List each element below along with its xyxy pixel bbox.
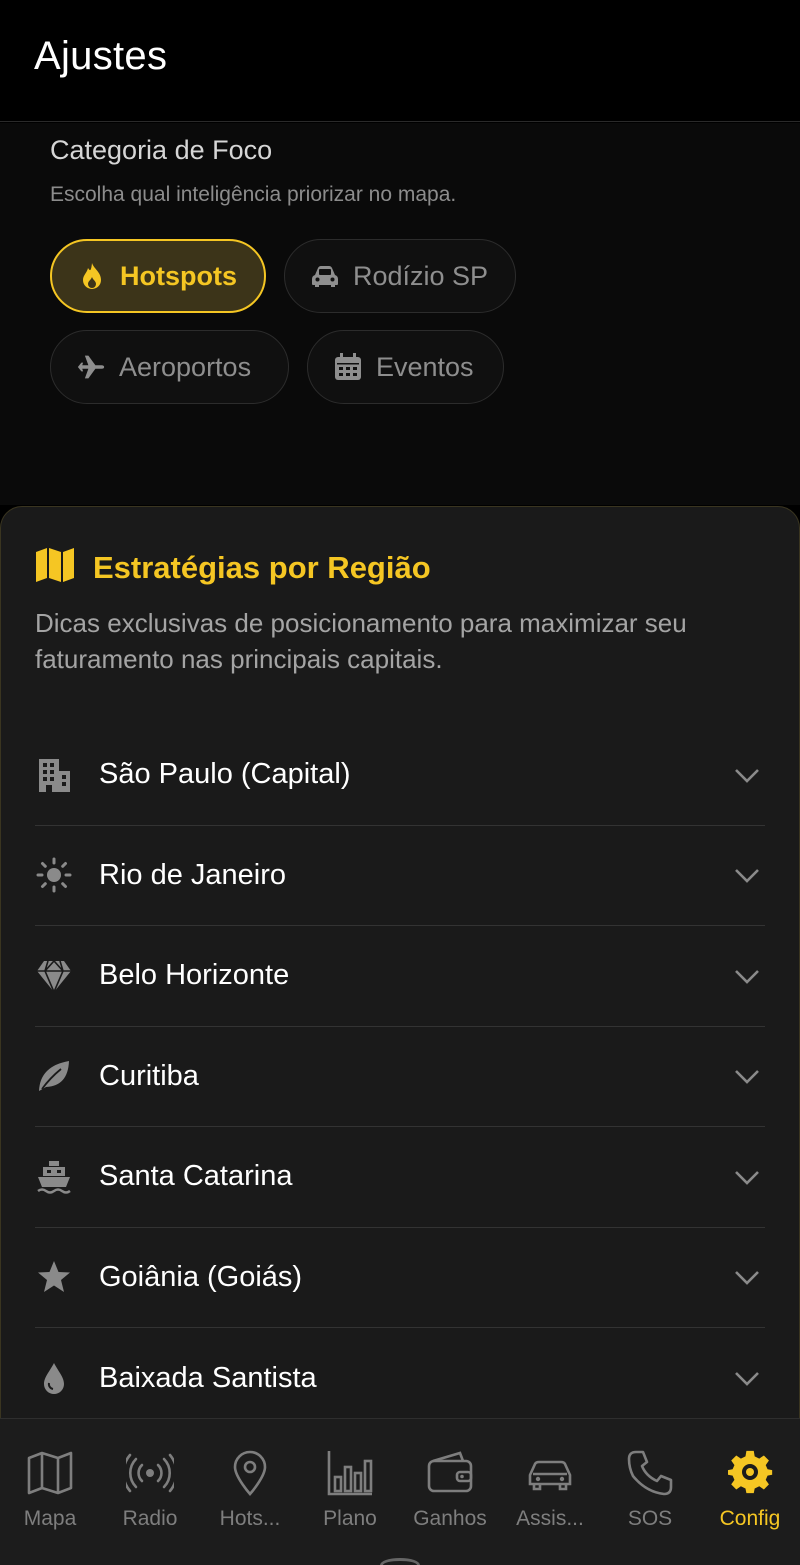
region-item-sao-paulo[interactable]: São Paulo (Capital)	[35, 725, 765, 826]
nav-label: SOS	[627, 1507, 673, 1530]
strategies-description: Dicas exclusivas de posicionamento para …	[35, 608, 687, 674]
nav-item-assistente[interactable]: Assis...	[500, 1419, 600, 1565]
nav-label: Plano	[323, 1507, 377, 1530]
fire-icon	[78, 262, 106, 290]
pin-icon	[233, 1450, 267, 1496]
focus-category-section: Categoria de Foco Escolha qual inteligên…	[0, 123, 800, 505]
region-item-goiania[interactable]: Goiânia (Goiás)	[35, 1228, 765, 1328]
chip-rodizio-sp[interactable]: Rodízio SP	[284, 239, 516, 313]
bar-chart-icon	[327, 1451, 373, 1496]
nav-label: Radio	[122, 1507, 178, 1530]
chevron-down-icon	[735, 1372, 759, 1387]
region-label: Belo Horizonte	[99, 959, 290, 992]
calendar-icon	[334, 353, 362, 381]
nav-label: Config	[719, 1507, 781, 1530]
building-icon	[35, 756, 73, 794]
chevron-down-icon	[735, 869, 759, 884]
nav-item-sos[interactable]: SOS	[600, 1419, 700, 1565]
bottom-navigation: Mapa Radio Hots... Plano Ganhos Assis...…	[0, 1418, 800, 1565]
region-strategies-card: Estratégias por Região Dicas exclusivas …	[0, 506, 800, 1418]
region-item-baixada-santista[interactable]: Baixada Santista	[35, 1328, 765, 1418]
nav-item-plano[interactable]: Plano	[300, 1419, 400, 1565]
chevron-down-icon	[735, 969, 759, 984]
wallet-icon	[427, 1451, 473, 1493]
region-item-rio-de-janeiro[interactable]: Rio de Janeiro	[35, 826, 765, 926]
chip-aeroportos[interactable]: Aeroportos	[50, 330, 289, 404]
gear-icon	[728, 1450, 773, 1494]
chip-label: Rodízio SP	[353, 260, 489, 291]
nav-label: Hots...	[219, 1507, 281, 1530]
chevron-down-icon	[735, 768, 759, 783]
ship-icon	[35, 1158, 73, 1196]
region-label: São Paulo (Capital)	[99, 758, 351, 791]
chip-label: Hotspots	[120, 260, 237, 291]
gem-icon	[35, 957, 73, 995]
region-item-belo-horizonte[interactable]: Belo Horizonte	[35, 926, 765, 1027]
nav-item-config[interactable]: Config	[700, 1419, 800, 1565]
region-label: Curitiba	[99, 1059, 199, 1092]
nav-label: Assis...	[516, 1507, 584, 1530]
region-label: Baixada Santista	[99, 1361, 317, 1394]
phone-icon	[627, 1450, 673, 1496]
region-label: Rio de Janeiro	[99, 858, 286, 891]
strategies-title: Estratégias por Região	[93, 549, 431, 585]
focus-category-subtitle: Escolha qual inteligência priorizar no m…	[50, 183, 457, 206]
car-icon	[528, 1460, 572, 1491]
home-indicator	[380, 1558, 420, 1565]
chip-label: Aeroportos	[119, 351, 252, 382]
radio-icon	[126, 1453, 174, 1493]
nav-item-mapa[interactable]: Mapa	[0, 1419, 100, 1565]
map-icon	[27, 1451, 73, 1495]
plane-icon	[77, 353, 105, 381]
focus-category-title: Categoria de Foco	[50, 135, 273, 165]
leaf-icon	[35, 1057, 73, 1095]
chip-hotspots[interactable]: Hotspots	[50, 239, 266, 313]
region-item-curitiba[interactable]: Curitiba	[35, 1027, 765, 1127]
strategies-header: Estratégias por Região	[35, 547, 431, 588]
nav-item-hotspots[interactable]: Hots...	[200, 1419, 300, 1565]
sun-icon	[35, 856, 73, 894]
nav-item-ganhos[interactable]: Ganhos	[400, 1419, 500, 1565]
region-label: Santa Catarina	[99, 1160, 293, 1193]
car-icon	[311, 262, 339, 290]
drop-icon	[35, 1359, 73, 1397]
chevron-down-icon	[735, 1070, 759, 1085]
page-title: Ajustes	[34, 34, 168, 78]
nav-item-radio[interactable]: Radio	[100, 1419, 200, 1565]
top-header: Ajustes	[0, 0, 800, 122]
map-icon	[35, 547, 75, 588]
nav-label: Mapa	[23, 1507, 77, 1530]
region-list: São Paulo (Capital) Rio de Janeiro Belo …	[35, 725, 765, 1418]
star-icon	[35, 1258, 73, 1296]
region-item-santa-catarina[interactable]: Santa Catarina	[35, 1127, 765, 1228]
chip-label: Eventos	[376, 351, 474, 382]
chevron-down-icon	[735, 1271, 759, 1286]
chevron-down-icon	[735, 1170, 759, 1185]
chip-eventos[interactable]: Eventos	[307, 330, 504, 404]
nav-label: Ganhos	[413, 1507, 487, 1530]
region-label: Goiânia (Goiás)	[99, 1260, 303, 1293]
